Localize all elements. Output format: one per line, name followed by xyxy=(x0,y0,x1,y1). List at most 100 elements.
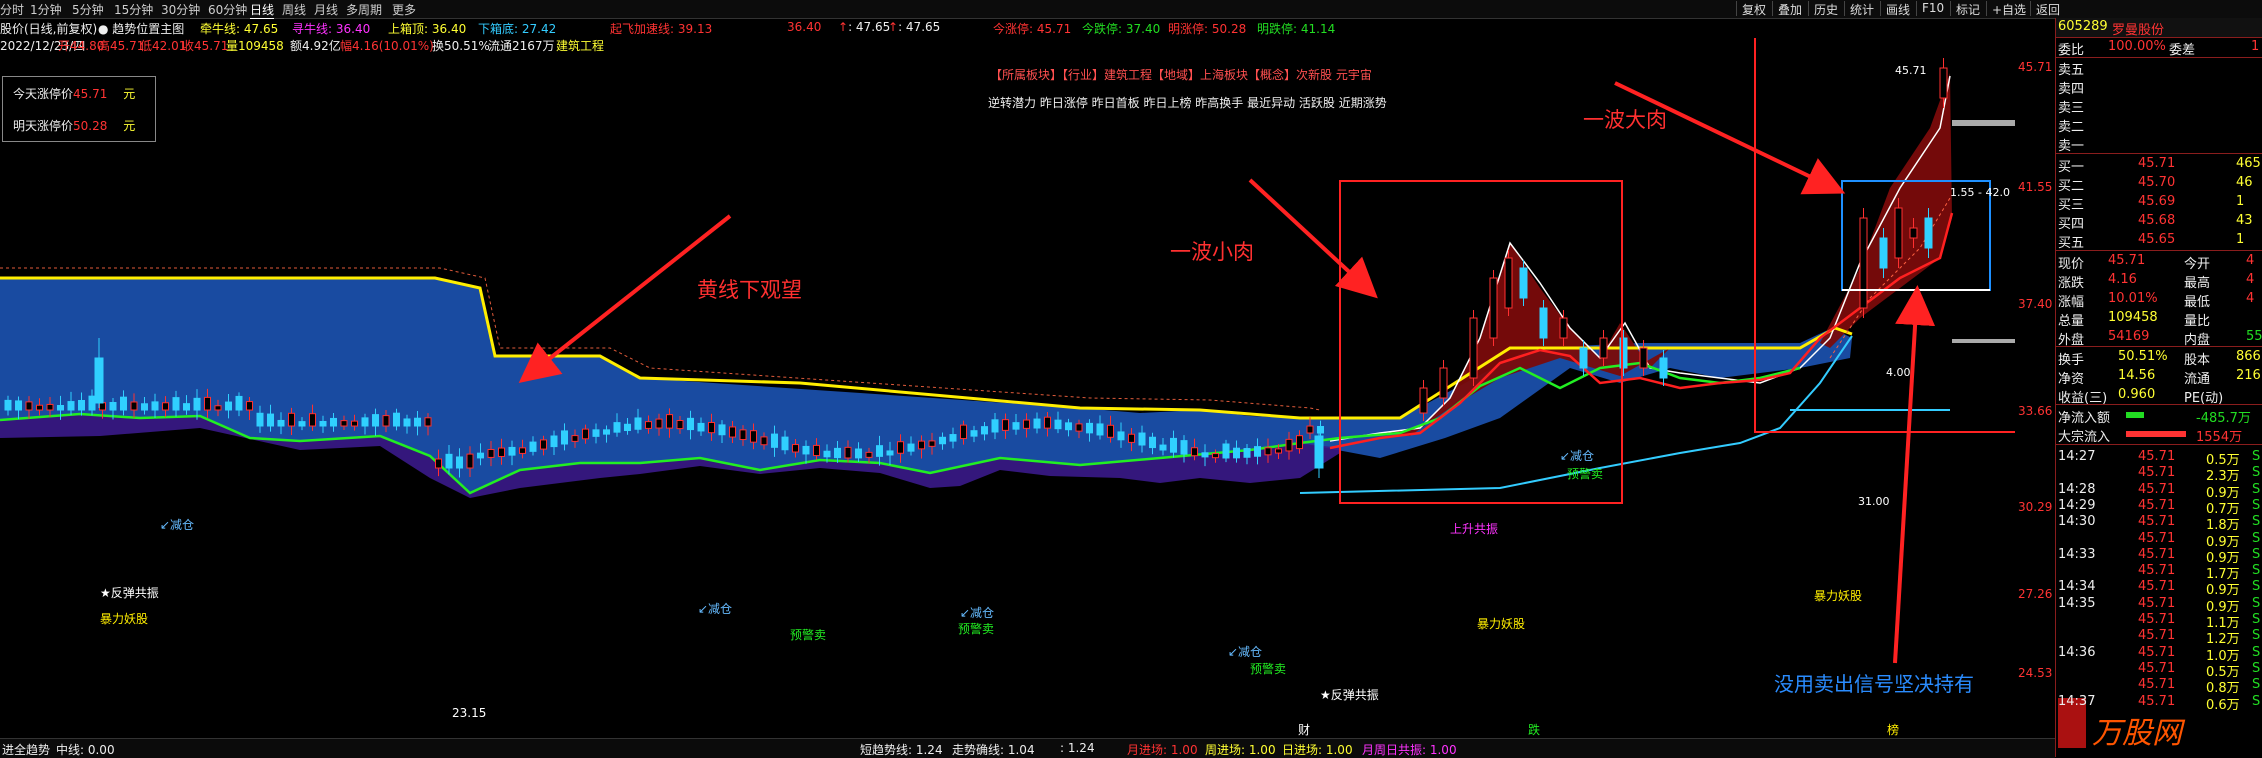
bid-volume: 1 xyxy=(2236,232,2245,247)
candle-body xyxy=(36,404,43,411)
stat-value: 54169 xyxy=(2108,329,2150,344)
candle-body xyxy=(1519,267,1528,299)
tab-more[interactable]: 更多 xyxy=(392,1,416,18)
stat-value: 4 xyxy=(2246,253,2255,268)
candle-body xyxy=(1159,444,1167,451)
candle-body xyxy=(445,453,453,469)
stat-label: 最高 xyxy=(2184,276,2211,291)
overlay-button[interactable]: 叠加 xyxy=(1772,1,1807,17)
tomorrow-limit-unit: 元 xyxy=(123,119,136,133)
f10-button[interactable]: F10 xyxy=(1916,1,1949,16)
candle-body xyxy=(802,445,810,455)
tab-timeframe[interactable]: 月线 xyxy=(314,1,338,18)
annotation-big-wave: 一波大肉 xyxy=(1583,108,1667,132)
tab-timeframe[interactable]: 5分钟 xyxy=(72,1,104,18)
candle-body xyxy=(823,450,831,458)
stat-label: 换手 xyxy=(2058,353,2085,368)
bottom-mark-bang: 榜 xyxy=(1887,723,1900,737)
candle-body xyxy=(25,401,33,411)
candle-body xyxy=(1117,431,1125,441)
flow-row: 净流入额 -485.7万 xyxy=(2056,406,2262,426)
tab-timeframe[interactable]: 15分钟 xyxy=(114,1,153,18)
bid-row: 买五 45.65 1 xyxy=(2056,231,2262,251)
tick-price: 45.71 xyxy=(2138,546,2176,562)
candle-body xyxy=(382,415,390,427)
bottom-indicator: 日进场: 1.00 xyxy=(1282,743,1353,757)
candle-body xyxy=(1439,367,1448,399)
stat-value: 45.71 xyxy=(2108,253,2146,268)
monster-label: 暴力妖股 xyxy=(1477,617,1526,631)
candle-body xyxy=(981,426,988,435)
candle-body xyxy=(739,429,747,441)
candle-body xyxy=(193,397,201,411)
candle-body xyxy=(939,436,946,445)
tab-timeframe[interactable]: 60分钟 xyxy=(208,1,247,18)
stat-value: 216 xyxy=(2236,368,2261,383)
monster-label: 暴力妖股 xyxy=(100,612,149,626)
stats-button[interactable]: 统计 xyxy=(1844,1,1879,17)
bid-label: 买一 xyxy=(2058,160,2085,175)
tab-timeframe[interactable]: 1分钟 xyxy=(30,1,62,18)
indicator-value: 明跌停: 41.14 xyxy=(1257,22,1336,36)
bid-row: 买一 45.71 465 xyxy=(2056,155,2262,175)
candle-body xyxy=(78,399,85,411)
bottom-indicator: 中线: 0.00 xyxy=(56,743,115,757)
candle-body xyxy=(1894,207,1903,259)
candle-body xyxy=(729,426,736,438)
tab-timeframe-active[interactable]: 日线 xyxy=(250,1,275,19)
sector-tags: 【所属板块】【行业】建筑工程【地域】上海板块【概念】次新股 元宇宙 xyxy=(990,68,1372,82)
limit-price-box: 今天涨停价45.71 元 明天涨停价50.28 元 xyxy=(2,76,156,142)
tick-price: 45.71 xyxy=(2138,677,2176,693)
tab-timeframe[interactable]: 30分钟 xyxy=(161,1,200,18)
restore-button[interactable]: 复权 xyxy=(1736,1,1771,17)
candle-body xyxy=(1065,422,1072,431)
candle-body xyxy=(582,428,589,440)
price-mark: 1.55 - 42.0 xyxy=(1950,186,2010,199)
candle-body xyxy=(4,399,12,411)
candle-body xyxy=(855,448,862,459)
tick-side: S xyxy=(2252,497,2261,513)
kline-chart[interactable] xyxy=(0,38,2015,738)
candle-body xyxy=(1180,440,1188,455)
flow-bar xyxy=(2126,431,2186,437)
candle-body xyxy=(1233,447,1240,459)
ask-row: 卖三 xyxy=(2056,96,2262,116)
candle-body xyxy=(477,452,484,459)
candle-body xyxy=(718,424,726,436)
ask-label: 卖四 xyxy=(2058,82,2085,97)
draw-button[interactable]: 画线 xyxy=(1880,1,1915,17)
bottom-indicator: 月进场: 1.00 xyxy=(1127,743,1198,757)
candle-body xyxy=(760,436,768,446)
bid-row: 买三 45.69 1 xyxy=(2056,193,2262,213)
candle-body xyxy=(508,446,516,456)
bottom-indicator: 进全趋势 xyxy=(2,743,51,757)
stat-label: 总量 xyxy=(2058,314,2085,329)
back-button[interactable]: 返回 xyxy=(2030,1,2065,17)
flow-label: 大宗流入 xyxy=(2058,430,2111,445)
y-tick: 45.71 xyxy=(2018,60,2053,74)
stat-label: 今开 xyxy=(2184,257,2211,272)
ask-row: 卖四 xyxy=(2056,77,2262,97)
tick-price: 45.71 xyxy=(2138,628,2176,644)
tick-price: 45.71 xyxy=(2138,579,2176,595)
stat-label: 涨幅 xyxy=(2058,295,2085,310)
mark-button[interactable]: 标记 xyxy=(1950,1,1985,17)
candle-body xyxy=(519,447,526,454)
hold-arrow xyxy=(1893,285,1936,664)
add-watchlist-button[interactable]: +自选 xyxy=(1986,1,2031,17)
tab-timeframe[interactable]: 周线 xyxy=(282,1,306,18)
candle-body xyxy=(456,456,463,469)
candle-body xyxy=(256,412,264,427)
tick-volume: 0.6万 xyxy=(2206,697,2240,713)
flow-value: -485.7万 xyxy=(2196,411,2251,426)
bid-price: 45.69 xyxy=(2138,194,2176,209)
candle-body xyxy=(1879,237,1888,269)
history-button[interactable]: 历史 xyxy=(1808,1,1843,17)
candle-body xyxy=(1054,419,1062,430)
tab-timeframe[interactable]: 分时 xyxy=(0,1,24,18)
indicator-value: ↑: 47.65 xyxy=(888,20,941,34)
tab-timeframe[interactable]: 多周期 xyxy=(346,1,382,18)
tick-time: 14:27 xyxy=(2058,449,2096,464)
tick-side: S xyxy=(2252,563,2261,579)
tick-side: S xyxy=(2252,449,2261,464)
